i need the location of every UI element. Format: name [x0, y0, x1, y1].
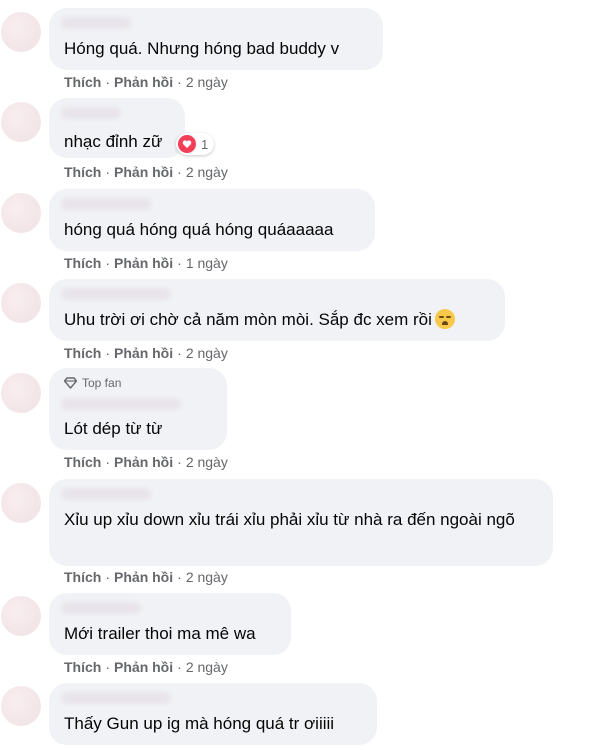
avatar[interactable] [1, 483, 41, 523]
author-name-blurred[interactable] [61, 198, 151, 210]
like-button[interactable]: Thích [64, 454, 101, 470]
timestamp[interactable]: 1 ngày [186, 255, 228, 271]
reply-button[interactable]: Phản hồi [114, 454, 173, 470]
separator: · [105, 74, 111, 90]
author-name-blurred[interactable] [61, 17, 131, 29]
reply-button[interactable]: Phản hồi [114, 74, 173, 90]
reply-button[interactable]: Phản hồi [114, 255, 173, 271]
love-reaction-icon [178, 135, 196, 153]
reply-button[interactable]: Phản hồi [114, 659, 173, 675]
like-button[interactable]: Thích [64, 345, 101, 361]
author-name-blurred[interactable] [61, 692, 171, 704]
reaction-count: 1 [201, 136, 209, 152]
comment-text: Mới trailer thoi ma mê wa [64, 624, 256, 643]
author-name-blurred[interactable] [61, 602, 141, 614]
separator: · [177, 454, 182, 470]
comment-bubble: hóng quá hóng quá hóng quáaaaaa [49, 189, 375, 251]
comment-actions: Thích · Phản hồi · 1 ngày [64, 254, 228, 272]
timestamp[interactable]: 2 ngày [186, 569, 228, 585]
comment-actions: Thích · Phản hồi · 2 ngày [64, 73, 228, 91]
comment-text: Hóng quá. Nhưng hóng bad buddy v [64, 39, 340, 58]
comment-actions: Thích · Phản hồi · 2 ngày [64, 344, 228, 362]
crying-face-icon [434, 309, 455, 329]
avatar[interactable] [1, 596, 41, 636]
comment-bubble: Top fan Lót dép từ từ [49, 368, 227, 450]
timestamp[interactable]: 2 ngày [186, 74, 228, 90]
avatar[interactable] [1, 686, 41, 726]
separator: · [105, 659, 111, 675]
comment-bubble: Uhu trời ơi chờ cả năm mòn mòi. Sắp đc x… [49, 279, 505, 341]
reply-button[interactable]: Phản hồi [114, 569, 173, 585]
timestamp[interactable]: 2 ngày [186, 345, 228, 361]
author-name-blurred[interactable] [61, 488, 151, 500]
author-name-blurred[interactable] [61, 288, 171, 300]
comment-bubble: Xỉu up xỉu down xỉu trái xỉu phải xỉu từ… [49, 479, 553, 566]
comment-text-content: Uhu trời ơi chờ cả năm mòn mòi. Sắp đc x… [64, 310, 432, 329]
timestamp[interactable]: 2 ngày [186, 659, 228, 675]
reply-button[interactable]: Phản hồi [114, 164, 173, 180]
avatar[interactable] [1, 12, 41, 52]
author-name-blurred[interactable] [61, 107, 121, 119]
separator: · [177, 659, 182, 675]
comment-actions: Thích · Phản hồi · 2 ngày [64, 568, 228, 586]
separator: · [177, 569, 182, 585]
like-button[interactable]: Thích [64, 659, 101, 675]
comment-text: Xỉu up xỉu down xỉu trái xỉu phải xỉu từ… [64, 510, 515, 529]
like-button[interactable]: Thích [64, 74, 101, 90]
separator: · [105, 569, 111, 585]
separator: · [105, 454, 111, 470]
separator: · [177, 345, 182, 361]
comment-text: Uhu trời ơi chờ cả năm mòn mòi. Sắp đc x… [64, 308, 455, 332]
timestamp[interactable]: 2 ngày [186, 454, 228, 470]
separator: · [105, 164, 111, 180]
comment-text: hóng quá hóng quá hóng quáaaaaa [64, 220, 334, 239]
separator: · [177, 74, 182, 90]
author-name-blurred[interactable] [61, 398, 181, 410]
like-button[interactable]: Thích [64, 569, 101, 585]
comment-actions: Thích · Phản hồi · 2 ngày [64, 658, 228, 676]
avatar[interactable] [1, 102, 41, 142]
top-fan-badge: Top fan [64, 376, 121, 390]
avatar[interactable] [1, 283, 41, 323]
like-button[interactable]: Thích [64, 255, 101, 271]
comment-actions: Thích · Phản hồi · 2 ngày [64, 163, 228, 181]
avatar[interactable] [1, 193, 41, 233]
comment-bubble: Thấy Gun up ig mà hóng quá tr ơiiiii [49, 683, 377, 745]
separator: · [177, 255, 182, 271]
comment-actions: Thích · Phản hồi · 2 ngày [64, 453, 228, 471]
comment-bubble: Hóng quá. Nhưng hóng bad buddy v [49, 8, 383, 70]
reaction-summary[interactable]: 1 [176, 133, 215, 155]
comment-bubble: nhạc đỉnh zữ [49, 98, 185, 158]
diamond-icon [64, 377, 77, 389]
comment-bubble: Mới trailer thoi ma mê wa [49, 593, 291, 655]
comment-text: nhạc đỉnh zữ [64, 132, 163, 151]
reply-button[interactable]: Phản hồi [114, 345, 173, 361]
separator: · [177, 164, 182, 180]
avatar[interactable] [1, 373, 41, 413]
top-fan-label: Top fan [82, 376, 122, 390]
like-button[interactable]: Thích [64, 164, 101, 180]
timestamp[interactable]: 2 ngày [186, 164, 228, 180]
comment-text: Thấy Gun up ig mà hóng quá tr ơiiiii [64, 714, 335, 733]
separator: · [105, 345, 111, 361]
comment-text: Lót dép từ từ [64, 419, 163, 438]
separator: · [105, 255, 111, 271]
